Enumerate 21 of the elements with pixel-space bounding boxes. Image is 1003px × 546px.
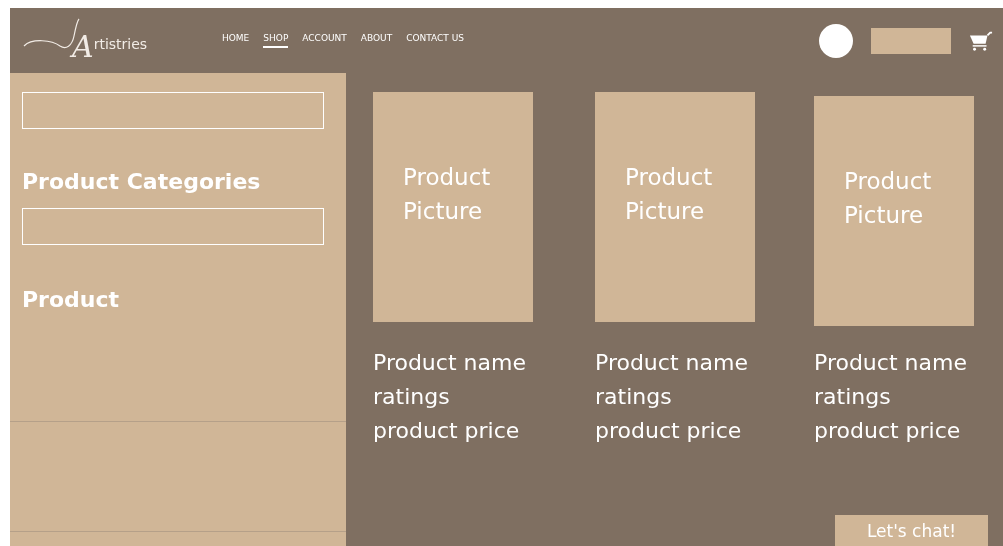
product-price: product price bbox=[373, 417, 521, 445]
product-ratings: ratings bbox=[373, 383, 451, 411]
input-field[interactable] bbox=[22, 208, 324, 245]
product-ratings: ratings bbox=[595, 383, 673, 411]
sidebar-heading: Product Categories bbox=[22, 169, 262, 194]
nav-link[interactable]: HOME bbox=[222, 33, 250, 48]
product-price: product price bbox=[595, 417, 743, 445]
cart-icon[interactable] bbox=[969, 29, 993, 52]
nav-link[interactable]: CONTACT US bbox=[406, 33, 464, 48]
product-name: Product name bbox=[814, 349, 968, 377]
nav-link[interactable]: SHOP bbox=[263, 33, 289, 48]
nav-link[interactable]: ACCOUNT bbox=[302, 33, 347, 48]
product-name: Product name bbox=[595, 349, 749, 377]
sidebar-heading: Product bbox=[22, 287, 121, 312]
product-name: Product name bbox=[373, 349, 527, 377]
input-field[interactable] bbox=[22, 92, 324, 129]
product-price: product price bbox=[814, 417, 962, 445]
product-ratings: ratings bbox=[814, 383, 892, 411]
search-field[interactable] bbox=[871, 27, 951, 54]
avatar-icon[interactable] bbox=[819, 23, 853, 58]
nav-link[interactable]: ABOUT bbox=[360, 33, 393, 48]
